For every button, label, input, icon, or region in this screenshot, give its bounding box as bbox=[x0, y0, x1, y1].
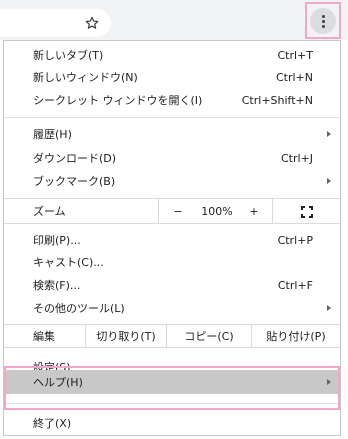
menu-item-bookmarks[interactable]: ブックマーク(B) bbox=[4, 170, 340, 192]
menu-item-label: 検索(F)... bbox=[33, 279, 81, 292]
copy-button[interactable]: コピー(C) bbox=[167, 325, 251, 347]
menu-item-new-tab[interactable]: 新しいタブ(T) Ctrl+T bbox=[4, 44, 340, 66]
menu-item-label: 印刷(P)... bbox=[33, 234, 81, 247]
edit-row: 編集 切り取り(T) コピー(C) 貼り付け(P) bbox=[4, 324, 340, 348]
fullscreen-icon[interactable] bbox=[301, 206, 313, 218]
menu-item-new-window[interactable]: 新しいウィンドウ(N) Ctrl+N bbox=[4, 66, 340, 88]
menu-item-label: その他のツール(L) bbox=[33, 302, 125, 315]
submenu-arrow-icon bbox=[327, 178, 331, 184]
divider bbox=[272, 199, 273, 223]
menu-item-cast[interactable]: キャスト(C)... bbox=[4, 251, 340, 273]
menu-item-label: シークレット ウィンドウを開く(I) bbox=[33, 94, 203, 107]
menu-item-shortcut: Ctrl+T bbox=[277, 48, 313, 62]
menu-item-exit[interactable]: 終了(X) bbox=[4, 412, 340, 434]
zoom-out-button[interactable]: − bbox=[164, 199, 192, 223]
browser-toolbar bbox=[0, 0, 348, 40]
cut-button[interactable]: 切り取り(T) bbox=[86, 325, 166, 347]
submenu-arrow-icon bbox=[327, 305, 331, 311]
menu-item-more-tools[interactable]: その他のツール(L) bbox=[4, 297, 340, 319]
menu-item-label: キャスト(C)... bbox=[33, 256, 104, 269]
submenu-arrow-icon bbox=[327, 131, 331, 137]
menu-item-label: ダウンロード(D) bbox=[33, 152, 117, 165]
menu-item-print[interactable]: 印刷(P)... Ctrl+P bbox=[4, 229, 340, 251]
zoom-in-button[interactable]: + bbox=[241, 199, 267, 223]
paste-button[interactable]: 貼り付け(P) bbox=[252, 325, 340, 347]
zoom-label: ズーム bbox=[33, 205, 66, 218]
star-outline-icon[interactable] bbox=[82, 13, 102, 33]
edit-label: 編集 bbox=[33, 330, 55, 343]
menu-item-downloads[interactable]: ダウンロード(D) Ctrl+J bbox=[4, 147, 340, 169]
menu-item-find[interactable]: 検索(F)... Ctrl+F bbox=[4, 274, 340, 296]
menu-item-label: 新しいタブ(T) bbox=[33, 49, 104, 62]
menu-item-label: 履歴(H) bbox=[33, 128, 72, 141]
kebab-menu-icon[interactable] bbox=[310, 8, 336, 34]
menu-item-label: 新しいウィンドウ(N) bbox=[33, 71, 138, 84]
menu-item-label: 終了(X) bbox=[33, 417, 72, 430]
zoom-level: 100% bbox=[201, 204, 233, 218]
menu-item-shortcut: Ctrl+J bbox=[280, 151, 313, 165]
menu-separator bbox=[4, 117, 340, 118]
menu-item-shortcut: Ctrl+N bbox=[275, 70, 313, 84]
menu-item-shortcut: Ctrl+F bbox=[277, 278, 313, 292]
menu-item-history[interactable]: 履歴(H) bbox=[4, 123, 340, 145]
menu-item-shortcut: Ctrl+Shift+N bbox=[241, 93, 313, 107]
menu-item-label: ブックマーク(B) bbox=[33, 175, 116, 188]
menu-item-shortcut: Ctrl+P bbox=[277, 233, 313, 247]
zoom-row: ズーム − 100% + bbox=[4, 198, 340, 224]
menu-item-incognito[interactable]: シークレット ウィンドウを開く(I) Ctrl+Shift+N bbox=[4, 89, 340, 111]
help-annotation-frame bbox=[4, 366, 340, 410]
menu-button-highlight bbox=[305, 2, 341, 39]
divider bbox=[158, 199, 159, 223]
